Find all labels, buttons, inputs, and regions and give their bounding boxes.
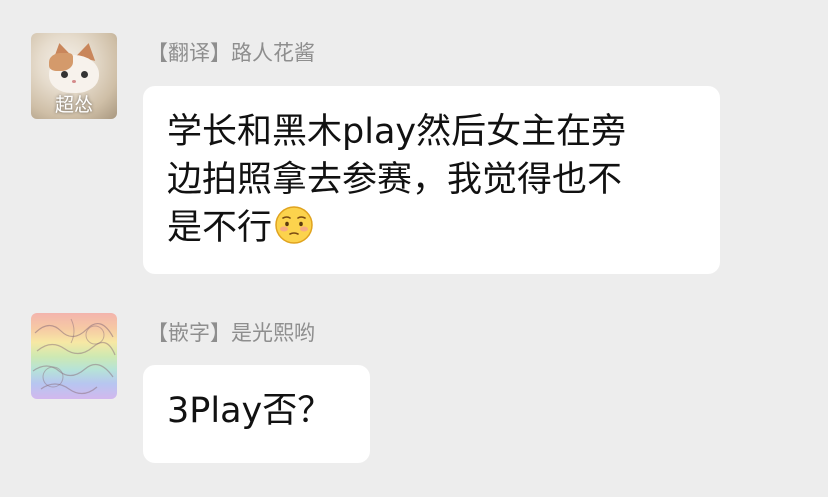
chat-message: 超怂 【翻译】路人花酱 学长和黑木play然后女主在旁 边拍照拿去参赛，我觉得也… [0, 0, 828, 290]
cat-fur-patch [49, 53, 73, 71]
cat-nose [72, 80, 76, 83]
cat-eye-left [61, 71, 68, 78]
message-text-line: 学长和黑木play然后女主在旁 [167, 112, 627, 152]
sketch-pattern-icon [32, 318, 116, 395]
sender-name: 【嵌字】是光熙哟 [147, 321, 315, 345]
sender-avatar[interactable] [31, 313, 117, 399]
chat-message: 【嵌字】是光熙哟 3Play否？ [0, 290, 828, 497]
cat-eye-right [81, 71, 88, 78]
message-text: 是不行 [167, 208, 273, 248]
message-text-line-last: 是不行 [167, 204, 696, 252]
message-bubble[interactable]: 3Play否？ [143, 365, 370, 463]
message-bubble[interactable]: 学长和黑木play然后女主在旁 边拍照拿去参赛，我觉得也不 是不行 [143, 86, 720, 274]
avatar-caption: 超怂 [54, 94, 93, 116]
sender-name: 【翻译】路人花酱 [147, 41, 315, 65]
message-text-line: 3Play否？ [167, 391, 333, 431]
message-text-line: 边拍照拿去参赛，我觉得也不 [167, 160, 623, 200]
worried-blushing-face-icon [275, 206, 313, 244]
sender-avatar[interactable]: 超怂 [31, 33, 117, 119]
